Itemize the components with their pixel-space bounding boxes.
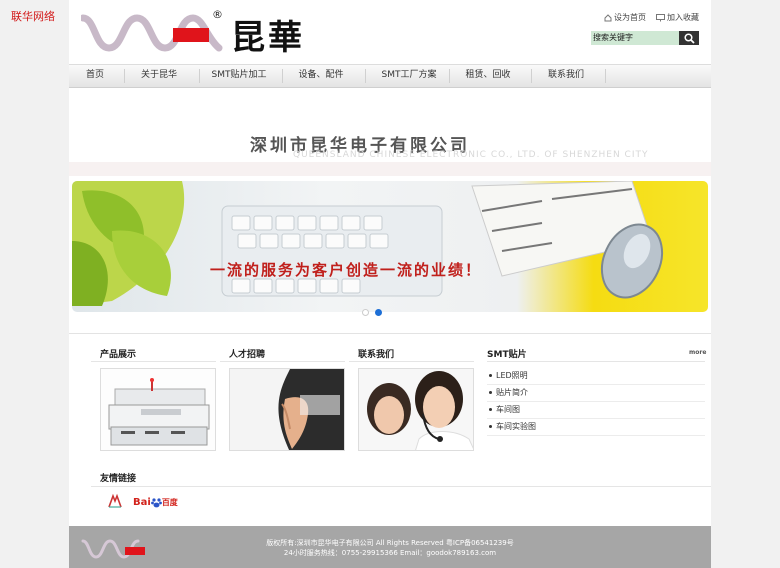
nav-rental[interactable]: 租赁、回收	[454, 65, 522, 87]
nav-divider	[605, 69, 606, 83]
footer: 版权所有:深圳市昆华电子有限公司 All Rights Reserved 粤IC…	[69, 526, 711, 568]
section-divider	[69, 333, 711, 334]
nav-divider	[282, 69, 283, 83]
recruit-title[interactable]: 人才招聘	[229, 347, 265, 360]
nav-equipment[interactable]: 设备、配件	[287, 65, 355, 87]
smt-list-item[interactable]: 贴片简介	[487, 385, 705, 402]
top-links: 设为首页 加入收藏	[604, 12, 699, 23]
search-icon	[683, 32, 695, 44]
page-container: ® 昆華 设为首页 加入收藏 搜索关键字 首页 关于昆华 SMT贴片加工 设备、…	[69, 0, 711, 568]
home-icon	[604, 13, 612, 21]
contact-thumbnail[interactable]	[358, 368, 474, 451]
partner-logo-icon	[108, 493, 122, 508]
reflow-oven-image	[101, 369, 215, 450]
nav-smt-solutions[interactable]: SMT工厂方案	[370, 65, 448, 87]
nav-contact[interactable]: 联系我们	[536, 65, 596, 87]
nav-home[interactable]: 首页	[77, 65, 113, 87]
nav-divider	[199, 69, 200, 83]
company-name-english: QUEENSLAND CHINESE ELECTRONIC CO., LTD. …	[293, 150, 649, 160]
nav-divider	[365, 69, 366, 83]
corner-site-link[interactable]: 联华网络	[11, 8, 55, 24]
search-button[interactable]	[679, 31, 699, 45]
baidu-paw-icon	[150, 497, 162, 507]
smt-underline	[487, 361, 705, 362]
search-input[interactable]: 搜索关键字	[591, 31, 679, 45]
handshake-image	[230, 369, 344, 450]
recruit-thumbnail[interactable]	[229, 368, 345, 451]
baidu-logo-text: Bai	[133, 496, 151, 508]
add-favorite-label: 加入收藏	[667, 13, 699, 22]
nav-about[interactable]: 关于昆华	[129, 65, 189, 87]
nav-divider	[449, 69, 450, 83]
hero-slogan: 一流的服务为客户创造一流的业绩！	[210, 261, 483, 279]
footer-hotline: 24小时服务热线：0755-29915366 Email：goodok78916…	[283, 549, 497, 557]
smt-title[interactable]: SMT贴片	[487, 347, 527, 360]
search-bar: 搜索关键字	[591, 31, 699, 45]
set-homepage-link[interactable]: 设为首页	[604, 12, 646, 23]
slider-dot-1[interactable]	[362, 309, 369, 316]
logo-text: 昆華	[231, 18, 305, 58]
banner-strip	[69, 162, 711, 176]
products-underline	[91, 361, 216, 362]
nav-divider	[531, 69, 532, 83]
footer-copyright: 版权所有:深圳市昆华电子有限公司 All Rights Reserved 粤IC…	[266, 539, 514, 547]
smt-list-item[interactable]: LED照明	[487, 368, 705, 385]
smt-list-item[interactable]: 车间实验图	[487, 419, 705, 436]
hero-image	[72, 181, 664, 306]
set-homepage-label: 设为首页	[614, 13, 646, 22]
slider-dots	[362, 309, 382, 316]
logo-wave-icon	[79, 14, 223, 52]
slider-dot-2[interactable]	[375, 309, 382, 316]
product-thumbnail[interactable]	[100, 368, 216, 451]
baidu-logo-cn: 百度	[161, 497, 178, 507]
partner-logo-link[interactable]	[107, 493, 123, 509]
more-link[interactable]: more	[689, 349, 706, 356]
friend-links-title: 友情链接	[100, 474, 137, 484]
nav-divider	[124, 69, 125, 83]
main-nav: 首页 关于昆华 SMT贴片加工 设备、配件 SMT工厂方案 租赁、回收 联系我们	[69, 64, 711, 88]
recruit-underline	[220, 361, 345, 362]
smt-list-item[interactable]: 车间图	[487, 402, 705, 419]
nav-smt-processing[interactable]: SMT贴片加工	[204, 65, 274, 87]
customer-service-image	[359, 369, 473, 450]
contact-underline	[349, 361, 474, 362]
registered-mark: ®	[212, 8, 223, 21]
contact-title[interactable]: 联系我们	[358, 347, 394, 360]
products-title[interactable]: 产品展示	[100, 347, 136, 360]
baidu-link[interactable]: Bai 百度	[133, 494, 178, 510]
add-favorite-link[interactable]: 加入收藏	[656, 12, 699, 23]
friend-links-underline	[91, 486, 711, 487]
hero-slider[interactable]: 一流的服务为客户创造一流的业绩！	[72, 181, 708, 312]
monitor-icon	[656, 13, 665, 21]
